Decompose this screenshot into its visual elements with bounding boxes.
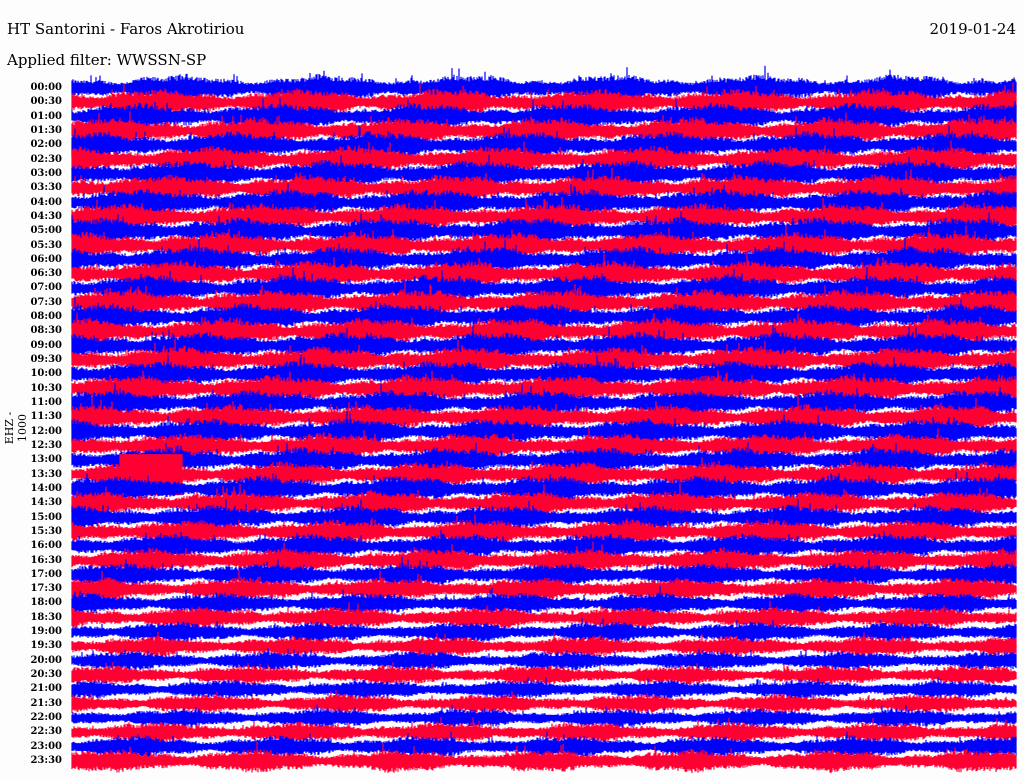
helicorder-plot — [71, 65, 1017, 774]
